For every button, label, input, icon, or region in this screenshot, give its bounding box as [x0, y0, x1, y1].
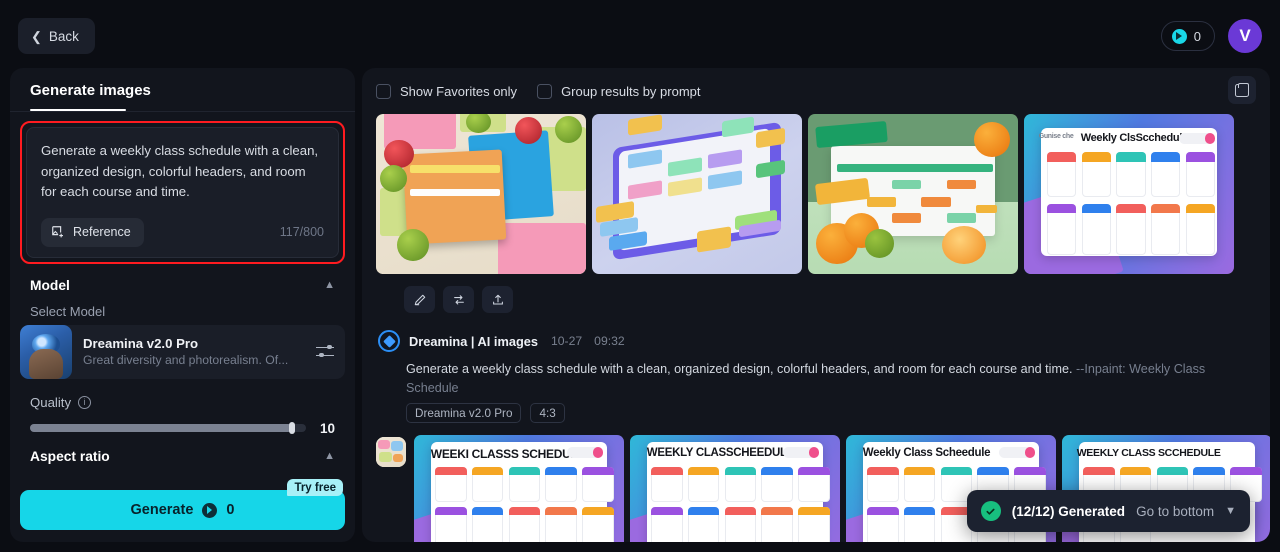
credits-value: 0	[1193, 28, 1201, 44]
credit-coin-icon	[1171, 28, 1187, 44]
back-button-label: Back	[48, 28, 79, 44]
generate-area: Generate 0 Try free	[20, 479, 345, 530]
result-image[interactable]: Gunise che Weekly ClsScchedule	[1024, 114, 1234, 274]
back-button[interactable]: ❮ Back	[18, 18, 95, 54]
credits-badge[interactable]: 0	[1160, 21, 1215, 51]
chevron-left-icon: ❮	[31, 28, 42, 44]
prompt-footer: Reference 117/800	[41, 217, 324, 247]
prompt-highlight-frame: Generate a weekly class schedule with a …	[20, 121, 345, 264]
result-description-text: Generate a weekly class schedule with a …	[406, 362, 1073, 376]
tab-generate-images[interactable]: Generate images	[30, 82, 151, 111]
favorites-checkbox[interactable]	[376, 83, 391, 99]
show-favorites-label: Show Favorites only	[400, 83, 518, 99]
pencil-icon	[414, 294, 425, 305]
model-thumbnail	[20, 324, 72, 379]
generation-status-toast[interactable]: (12/12) Generated Go to bottom ▼	[966, 490, 1250, 532]
try-free-badge: Try free	[287, 479, 343, 496]
show-favorites-toggle[interactable]: Show Favorites only	[376, 83, 518, 99]
select-model-label: Select Model	[30, 303, 106, 319]
model-section-header[interactable]: Model ▲	[10, 264, 355, 297]
edit-button[interactable]	[404, 286, 435, 313]
panel-tabs: Generate images	[10, 68, 355, 111]
tab-active-indicator	[30, 108, 126, 111]
result-image[interactable]	[808, 114, 1018, 274]
share-button[interactable]	[482, 286, 513, 313]
prompt-char-count: 117/800	[279, 225, 324, 239]
archive-button[interactable]	[1228, 76, 1256, 104]
model-selector[interactable]: Dreamina v2.0 Pro Great diversity and ph…	[20, 324, 345, 379]
upload-icon	[492, 294, 503, 305]
result-description: Generate a weekly class schedule with a …	[406, 360, 1236, 398]
generate-cost: 0	[226, 502, 235, 518]
sliders-icon[interactable]	[316, 344, 334, 359]
result-image[interactable]	[376, 114, 586, 274]
results-panel: Show Favorites only Group results by pro…	[362, 68, 1270, 542]
quality-slider[interactable]	[30, 422, 306, 434]
quality-value: 10	[319, 420, 335, 436]
avatar[interactable]: V	[1228, 19, 1262, 53]
result-time: 09:32	[594, 334, 625, 348]
quality-slider-row: 10	[10, 410, 355, 436]
model-description: Great diversity and photorealism. Of...	[83, 353, 289, 367]
reference-button-label: Reference	[73, 225, 131, 239]
group-checkbox[interactable]	[537, 83, 553, 99]
dreamina-logo-icon	[378, 330, 400, 352]
aspect-ratio-title: Aspect ratio	[30, 448, 110, 464]
model-info: Dreamina v2.0 Pro Great diversity and ph…	[83, 336, 305, 367]
chevron-down-icon[interactable]: ▼	[1225, 505, 1236, 517]
prompt-input[interactable]: Generate a weekly class schedule with a …	[41, 141, 324, 203]
credit-coin-icon	[202, 502, 218, 518]
image-row-top: Gunise che Weekly ClsScchedule	[376, 114, 1256, 274]
check-circle-icon	[980, 501, 1001, 521]
result-image[interactable]	[592, 114, 802, 274]
left-panel: Generate images Generate a weekly class …	[10, 68, 355, 542]
chip-aspect-ratio[interactable]: 4:3	[530, 403, 565, 423]
info-icon[interactable]: i	[78, 395, 92, 409]
group-results-toggle[interactable]: Group results by prompt	[537, 83, 701, 99]
quality-label: Quality	[30, 394, 72, 410]
top-bar: ❮ Back 0 V	[0, 0, 1280, 72]
generate-button-label: Generate	[130, 502, 194, 518]
top-bar-right: 0 V	[1160, 19, 1262, 53]
image-actions	[404, 286, 1256, 313]
regenerate-button[interactable]	[443, 286, 474, 313]
result-date: 10-27	[551, 334, 583, 348]
group-results-label: Group results by prompt	[561, 83, 701, 99]
chevron-up-icon[interactable]: ▲	[324, 279, 335, 291]
result-image[interactable]: WEEKI CLASSS SCHEDUILE	[414, 435, 624, 542]
result-chips: Dreamina v2.0 Pro 4:3	[406, 403, 1256, 423]
group-thumbnail[interactable]	[376, 437, 406, 467]
app-root: ❮ Back 0 V Generate images Generate a we…	[0, 0, 1280, 552]
swap-arrows-icon	[453, 294, 464, 305]
result-source-title: Dreamina | AI images	[409, 333, 538, 349]
add-image-icon	[52, 226, 63, 238]
quality-slider-handle[interactable]	[289, 422, 296, 434]
chevron-up-icon[interactable]: ▲	[324, 450, 335, 462]
prompt-box[interactable]: Generate a weekly class schedule with a …	[26, 127, 339, 258]
results-scroll-area[interactable]: Gunise che Weekly ClsScchedule Dreamina …	[362, 114, 1270, 542]
result-image[interactable]: WEEKLY CLASSCHEEDULE	[630, 435, 840, 542]
reference-button[interactable]: Reference	[41, 217, 144, 247]
filter-bar: Show Favorites only Group results by pro…	[362, 68, 1270, 114]
tab-divider	[10, 111, 355, 112]
quality-slider-fill	[30, 424, 293, 432]
toast-status-text: (12/12) Generated	[1011, 503, 1126, 519]
go-to-bottom-link[interactable]: Go to bottom	[1136, 504, 1214, 519]
generate-button[interactable]: Generate 0	[20, 490, 345, 530]
quality-header: Quality i	[10, 379, 355, 410]
chip-model[interactable]: Dreamina v2.0 Pro	[406, 403, 522, 423]
result-header: Dreamina | AI images 10-27 09:32	[378, 330, 1256, 352]
aspect-ratio-header[interactable]: Aspect ratio ▲	[10, 436, 355, 464]
model-section-title: Model	[30, 277, 70, 293]
model-name: Dreamina v2.0 Pro	[83, 336, 199, 351]
archive-folder-icon	[1235, 83, 1249, 97]
avatar-initial: V	[1239, 26, 1251, 45]
